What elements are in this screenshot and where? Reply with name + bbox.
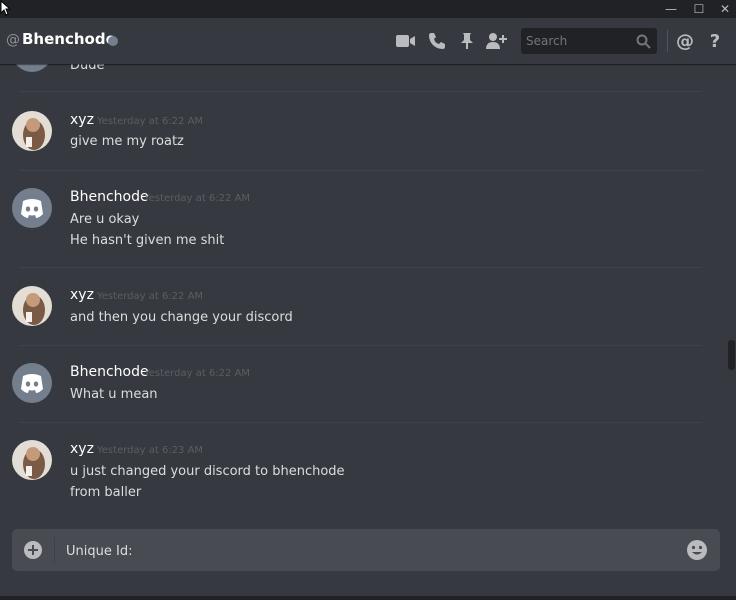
message-timestamp: Yesterday at 6:22 AM: [144, 368, 251, 379]
message-list[interactable]: Dude xyz Yesterday at 6:22 AM give me my…: [0, 64, 736, 514]
message-author[interactable]: Bhenchode: [70, 364, 149, 380]
message-text: What u mean: [70, 387, 158, 402]
search-icon: [636, 34, 651, 49]
message-author[interactable]: xyz: [70, 441, 94, 457]
minimize-button[interactable]: —: [660, 0, 682, 18]
window-bottom-edge: [0, 596, 736, 600]
message-text: from baller: [70, 485, 142, 500]
channel-title: Bhenchode: [22, 30, 116, 48]
scrollbar-thumb[interactable]: [728, 340, 735, 370]
message-timestamp: Yesterday at 6:23 AM: [97, 445, 204, 456]
video-call-icon[interactable]: [395, 30, 417, 52]
window-titlebar: — ☐ ✕: [0, 0, 736, 18]
message-timestamp: Yesterday at 6:22 AM: [97, 116, 204, 127]
discord-logo-icon: [21, 199, 43, 218]
message-author[interactable]: Bhenchode: [70, 189, 149, 205]
photo-avatar[interactable]: [12, 286, 52, 326]
close-window-button[interactable]: ✕: [714, 0, 736, 18]
voice-call-icon[interactable]: [426, 30, 448, 52]
composer-separator: [54, 537, 55, 563]
emoji-icon[interactable]: [686, 539, 708, 565]
message-group: Bhenchode Yesterday at 6:22 AM What u me…: [0, 362, 716, 412]
search-input[interactable]: [521, 28, 634, 54]
status-indicator: [108, 36, 118, 46]
discord-logo-icon: [21, 374, 43, 393]
message-text: He hasn't given me shit: [70, 233, 225, 248]
message-divider: [20, 91, 702, 92]
photo-avatar[interactable]: [12, 440, 52, 480]
dm-at-symbol: @: [6, 32, 20, 48]
message-divider: [20, 422, 702, 423]
message-divider: [20, 345, 702, 346]
message-text: u just changed your discord to bhenchode: [70, 464, 345, 479]
message-group: xyz Yesterday at 6:22 AM give me my roat…: [0, 110, 716, 160]
message-text: Are u okay: [70, 212, 140, 227]
message-divider: [20, 267, 702, 268]
message-group: xyz Yesterday at 6:22 AM and then you ch…: [0, 285, 716, 335]
mouse-cursor-icon: [0, 0, 10, 16]
pin-icon[interactable]: [456, 30, 478, 52]
message-timestamp: Yesterday at 6:22 AM: [144, 193, 251, 204]
search-box[interactable]: [521, 28, 657, 54]
message-text: give me my roatz: [70, 134, 184, 149]
message-group: Bhenchode Yesterday at 6:22 AM Are u oka…: [0, 187, 716, 257]
message-divider: [20, 170, 702, 171]
message-timestamp: Yesterday at 6:22 AM: [97, 291, 204, 302]
message-group: xyz Yesterday at 6:23 AM u just changed …: [0, 439, 716, 509]
message-text: and then you change your discord: [70, 310, 293, 325]
message-group: Dude: [0, 64, 716, 80]
message-composer: [12, 529, 720, 573]
discord-logo-avatar[interactable]: [12, 64, 52, 72]
plus-circle-icon[interactable]: [23, 540, 43, 564]
message-input[interactable]: [64, 529, 668, 573]
message-text: Dude: [70, 64, 105, 73]
add-friend-icon[interactable]: [486, 30, 508, 52]
channel-header: @ Bhenchode @ ?: [0, 18, 736, 64]
help-icon[interactable]: ?: [704, 30, 726, 52]
discord-logo-avatar[interactable]: [12, 363, 52, 403]
photo-avatar[interactable]: [12, 111, 52, 151]
maximize-button[interactable]: ☐: [688, 0, 710, 18]
mention-icon[interactable]: @: [674, 30, 696, 52]
discord-logo-avatar[interactable]: [12, 188, 52, 228]
header-divider: [667, 30, 668, 52]
message-author[interactable]: xyz: [70, 287, 94, 303]
message-author[interactable]: xyz: [70, 112, 94, 128]
